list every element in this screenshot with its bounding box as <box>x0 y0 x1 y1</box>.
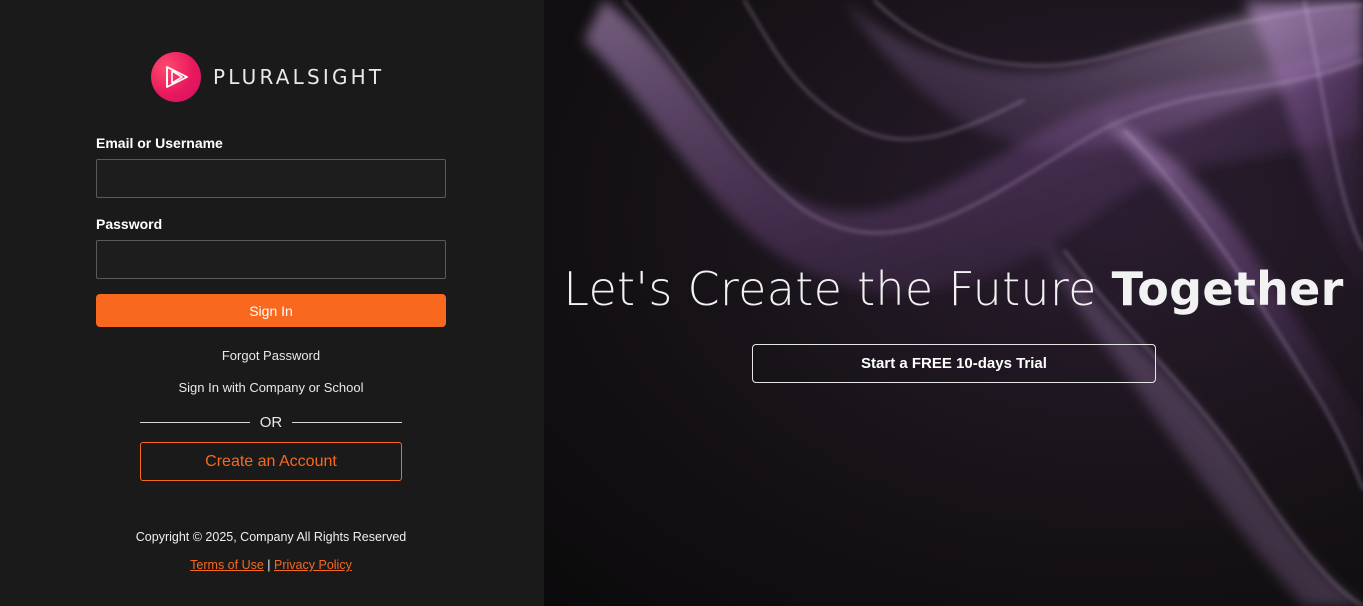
forgot-password-link[interactable]: Forgot Password <box>96 348 446 363</box>
hero-headline-regular: Let's Create the Future <box>563 262 1112 316</box>
pluralsight-play-icon <box>151 52 201 102</box>
or-label: OR <box>259 413 283 431</box>
brand-logo: PLURALSIGHT <box>151 52 384 102</box>
sign-in-button[interactable]: Sign In <box>96 294 446 327</box>
email-field[interactable] <box>96 159 446 198</box>
or-divider: OR <box>140 413 402 431</box>
divider-line-left <box>140 421 250 423</box>
start-free-trial-button[interactable]: Start a FREE 10-days Trial <box>752 344 1156 383</box>
privacy-policy-link[interactable]: Privacy Policy <box>274 558 352 572</box>
company-sign-in-link[interactable]: Sign In with Company or School <box>96 380 446 395</box>
hero-headline-bold: Together <box>1111 262 1344 316</box>
password-label: Password <box>96 216 163 232</box>
terms-of-use-link[interactable]: Terms of Use <box>190 558 264 572</box>
copyright-text: Copyright © 2025, Company All Rights Res… <box>135 530 407 544</box>
hero-headline: Let's Create the Future Together <box>544 262 1363 316</box>
password-field[interactable] <box>96 240 446 279</box>
legal-links: Terms of Use | Privacy Policy <box>96 558 446 572</box>
brand-name: PLURALSIGHT <box>213 65 385 89</box>
email-label: Email or Username <box>96 135 223 151</box>
hero-panel: Let's Create the Future Together Start a… <box>544 0 1363 606</box>
create-account-button[interactable]: Create an Account <box>140 442 402 481</box>
login-panel: PLURALSIGHT Email or Username Password S… <box>0 0 544 606</box>
login-page: PLURALSIGHT Email or Username Password S… <box>0 0 1363 606</box>
legal-separator: | <box>267 558 271 572</box>
divider-line-right <box>292 421 402 423</box>
